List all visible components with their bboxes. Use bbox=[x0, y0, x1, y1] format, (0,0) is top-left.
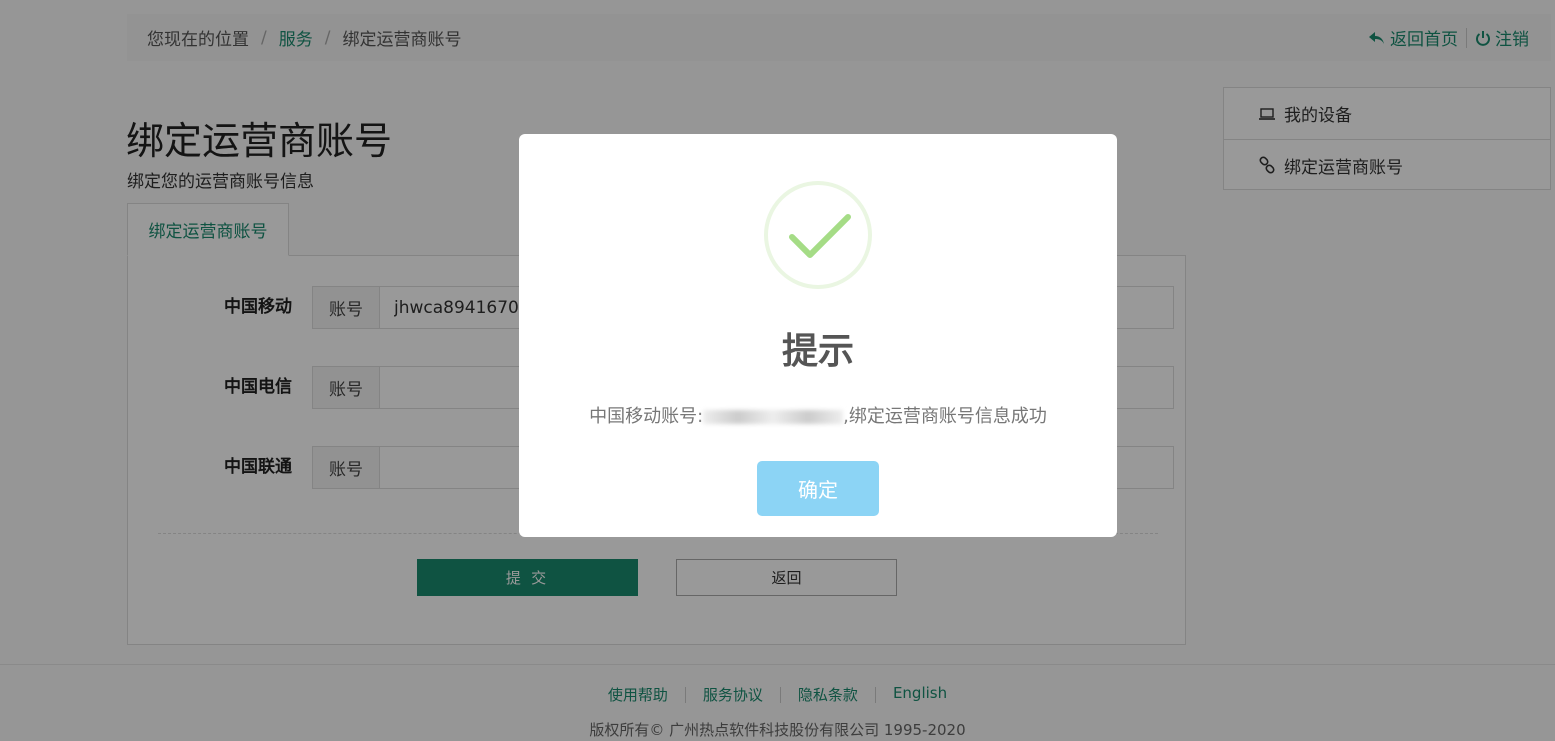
success-check-icon bbox=[764, 181, 872, 289]
redacted-account bbox=[703, 410, 844, 424]
alert-dialog: 提示 中国移动账号: ,绑定运营商账号信息成功 确定 bbox=[519, 134, 1117, 537]
dialog-message-suffix: ,绑定运营商账号信息成功 bbox=[843, 406, 1047, 427]
dialog-message-prefix: 中国移动账号: bbox=[589, 406, 704, 427]
confirm-button[interactable]: 确定 bbox=[757, 461, 879, 516]
dialog-message: 中国移动账号: ,绑定运营商账号信息成功 bbox=[519, 402, 1117, 428]
dialog-title: 提示 bbox=[781, 331, 854, 372]
